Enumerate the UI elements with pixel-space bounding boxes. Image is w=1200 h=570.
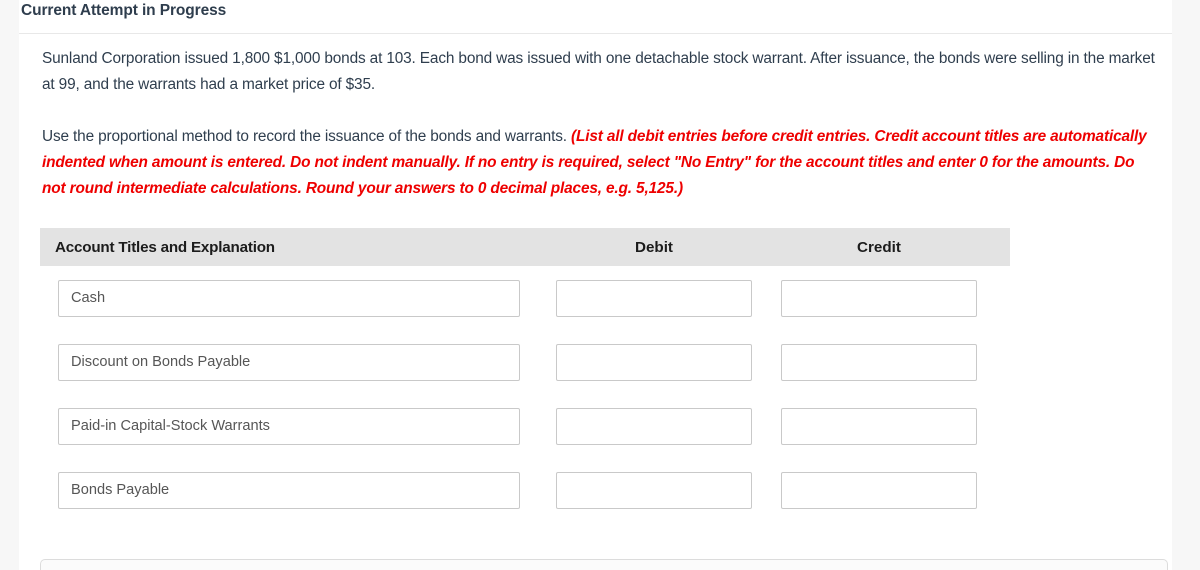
- cell-debit: [540, 471, 768, 509]
- problem-statement: Sunland Corporation issued 1,800 $1,000 …: [42, 50, 1155, 93]
- cell-debit: [540, 407, 768, 445]
- table-row: Bonds Payable: [40, 458, 1010, 522]
- cell-credit: [768, 407, 990, 445]
- cell-credit: [768, 471, 990, 509]
- cell-credit: [768, 279, 990, 317]
- page-root: Current Attempt in Progress Sunland Corp…: [0, 0, 1200, 570]
- account-title-input[interactable]: Paid-in Capital-Stock Warrants: [58, 407, 520, 445]
- cell-account-title: Bonds Payable: [40, 471, 540, 509]
- credit-amount-input[interactable]: [781, 407, 977, 445]
- credit-amount-input[interactable]: [781, 343, 977, 381]
- table-row: Paid-in Capital-Stock Warrants: [40, 394, 1010, 458]
- instruction-paragraph: Use the proportional method to record th…: [42, 124, 1157, 202]
- credit-amount-input[interactable]: [781, 471, 977, 509]
- question-card: Sunland Corporation issued 1,800 $1,000 …: [22, 34, 1172, 570]
- attempt-status-heading: Current Attempt in Progress: [21, 2, 227, 19]
- table-row: Cash: [40, 266, 1010, 330]
- column-header-debit: Debit: [635, 238, 673, 256]
- cell-account-title: Cash: [40, 279, 540, 317]
- bottom-panel-partial: [40, 559, 1168, 570]
- column-header-credit: Credit: [857, 238, 901, 256]
- instruction-plain-text: Use the proportional method to record th…: [42, 128, 572, 145]
- cell-debit: [540, 343, 768, 381]
- cell-debit: [540, 279, 768, 317]
- page-gutter-right: [1172, 0, 1200, 570]
- debit-amount-input[interactable]: [556, 279, 752, 317]
- journal-entry-table: Account Titles and Explanation Debit Cre…: [40, 228, 1010, 522]
- cell-account-title: Paid-in Capital-Stock Warrants: [40, 407, 540, 445]
- account-title-input[interactable]: Discount on Bonds Payable: [58, 343, 520, 381]
- cell-credit: [768, 343, 990, 381]
- debit-amount-input[interactable]: [556, 407, 752, 445]
- table-row: Discount on Bonds Payable: [40, 330, 1010, 394]
- debit-amount-input[interactable]: [556, 343, 752, 381]
- account-title-input[interactable]: Bonds Payable: [58, 471, 520, 509]
- cell-account-title: Discount on Bonds Payable: [40, 343, 540, 381]
- page-gutter-left: [0, 0, 19, 570]
- table-header-row: Account Titles and Explanation Debit Cre…: [40, 228, 1010, 266]
- credit-amount-input[interactable]: [781, 279, 977, 317]
- debit-amount-input[interactable]: [556, 471, 752, 509]
- account-title-input[interactable]: Cash: [58, 279, 520, 317]
- column-header-account-titles: Account Titles and Explanation: [55, 238, 275, 256]
